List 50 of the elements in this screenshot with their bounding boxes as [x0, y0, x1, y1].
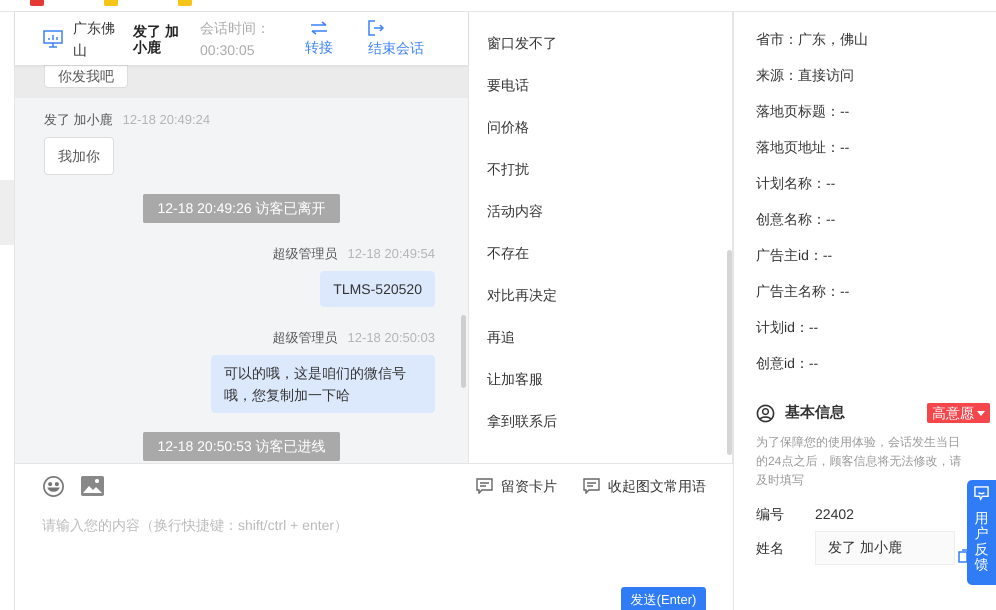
quick-reply-item[interactable]: 不打扰	[487, 158, 529, 200]
toolbar-button[interactable]: 收起图文常用语	[583, 476, 706, 496]
info-field: 创意名称：--	[756, 209, 996, 245]
toolbar-button[interactable]: 留资卡片	[476, 476, 557, 496]
send-button[interactable]: 发送(Enter)	[621, 587, 706, 610]
intent-dropdown[interactable]: 高意愿	[927, 403, 990, 423]
end-chat-button[interactable]: 结束会话	[368, 20, 424, 58]
info-field: 广告主id：--	[756, 245, 996, 281]
quick-reply-item[interactable]: 问价格	[487, 116, 529, 158]
info-field: 落地页地址：--	[756, 137, 996, 173]
system-notice: 12-18 20:50:53 访客已进线	[143, 432, 340, 461]
info-field: 计划名称：--	[756, 173, 996, 209]
quick-reply-item[interactable]: 不存在	[487, 242, 529, 284]
info-field: 创意id：--	[756, 353, 996, 389]
message-time: 12-18 20:50:03	[348, 330, 435, 346]
quick-reply-item[interactable]: 要电话	[487, 74, 529, 116]
chat-bubble: 可以的哦，这是咱们的微信号哦，您复制加一下哈	[211, 355, 435, 413]
field-label: 姓名	[756, 538, 785, 558]
sender-name: 发了 加小鹿	[44, 112, 113, 128]
duration-label: 会话时间：	[200, 18, 271, 38]
quick-reply-item[interactable]: 拿到联系后	[487, 410, 557, 452]
quick-reply-item[interactable]: 再追	[487, 326, 515, 368]
message-time: 12-18 20:49:24	[122, 112, 210, 128]
message-input[interactable]: 请输入您的内容（换行快捷键：shift/ctrl + enter）	[42, 514, 702, 574]
field-value: 22402	[815, 504, 854, 524]
chat-bubble: 你发我吧	[44, 65, 128, 88]
chat-bubble: 我加你	[44, 137, 114, 175]
section-title: 基本信息	[785, 402, 845, 423]
quick-reply-item[interactable]: 窗口发不了	[487, 32, 557, 74]
info-field: 计划id：--	[756, 317, 996, 353]
location-text: 广东佛山	[73, 18, 116, 60]
info-field: 省市：广东，佛山	[756, 29, 996, 65]
chat-bubble: TLMS-520520	[320, 271, 435, 307]
message-time: 12-18 20:49:54	[348, 246, 435, 262]
quick-reply-item[interactable]: 对比再决定	[487, 284, 557, 326]
info-field: 来源：直接访问	[756, 65, 996, 101]
info-field: 落地页标题：--	[756, 101, 996, 137]
info-field: 广告主名称：--	[756, 281, 996, 317]
sender-name: 超级管理员	[272, 246, 338, 262]
feedback-button[interactable]: 用户反馈	[967, 480, 996, 585]
quick-reply-item[interactable]: 活动内容	[487, 200, 543, 242]
visitor-name: 发了 加小鹿	[133, 22, 180, 54]
sender-name: 超级管理员	[272, 330, 338, 346]
notice-text: 为了保障您的使用体验，会话发生当日的24点之后，顾客信息将无法修改，请及时填写	[756, 434, 962, 489]
transfer-button[interactable]: 转接	[305, 20, 333, 56]
duration-text: 00:30:05	[200, 40, 256, 60]
quick-reply-item[interactable]: 让加客服	[487, 368, 543, 410]
name-input[interactable]: 发了 加小鹿	[815, 531, 955, 565]
field-label: 编号	[756, 504, 785, 524]
system-notice: 12-18 20:49:26 访客已离开	[143, 194, 340, 223]
